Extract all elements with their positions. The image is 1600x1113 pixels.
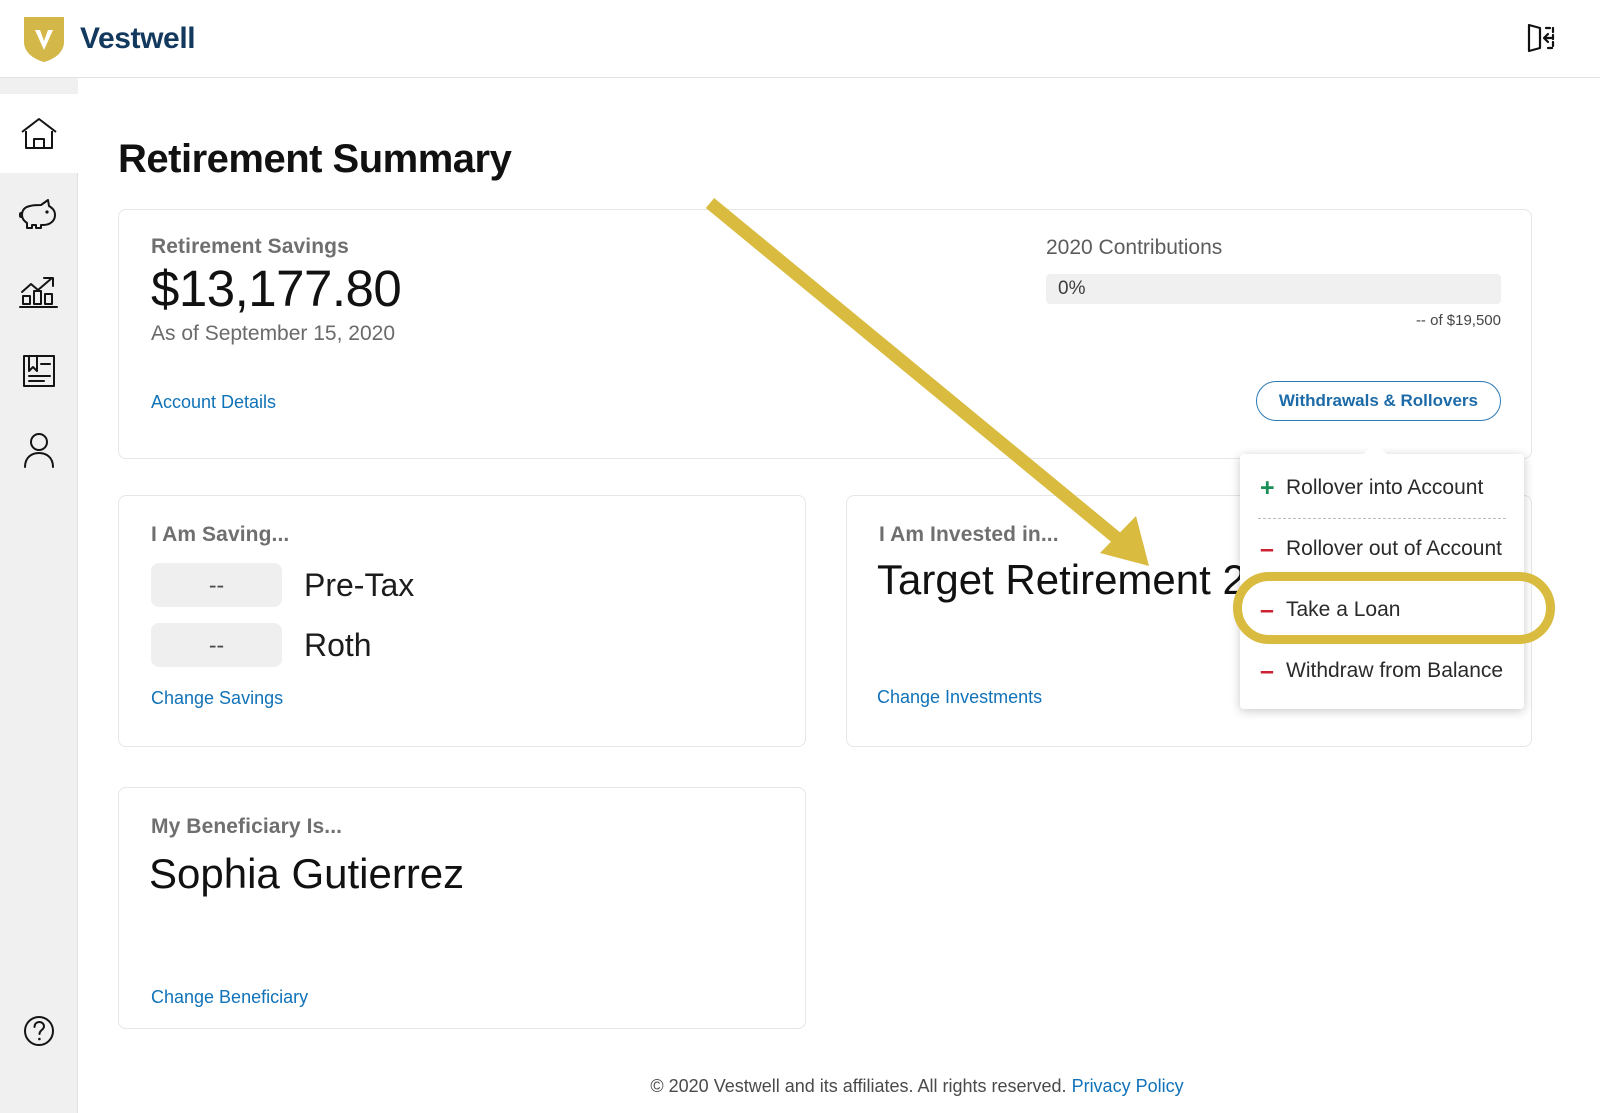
pretax-value-pill: --: [151, 563, 282, 607]
change-beneficiary-link[interactable]: Change Beneficiary: [151, 987, 308, 1008]
retirement-summary-card: Retirement Savings $13,177.80 As of Sept…: [118, 209, 1532, 459]
page-title: Retirement Summary: [118, 136, 512, 181]
sidebar: [0, 78, 78, 1113]
account-details-link[interactable]: Account Details: [151, 392, 276, 413]
beneficiary-name: Sophia Gutierrez: [149, 850, 465, 897]
summary-left-block: Retirement Savings $13,177.80 As of Sept…: [151, 235, 402, 346]
i-am-invested-label: I Am Invested in...: [879, 523, 1059, 546]
help-button[interactable]: [0, 1003, 78, 1063]
i-am-saving-card: I Am Saving... -- Pre-Tax -- Roth Change…: [118, 495, 806, 747]
roth-label: Roth: [304, 626, 372, 663]
change-investments-link[interactable]: Change Investments: [877, 687, 1042, 708]
document-icon: [20, 352, 58, 390]
contributions-title: 2020 Contributions: [1046, 236, 1223, 259]
sidebar-item-documents[interactable]: [0, 331, 78, 410]
sidebar-item-investments[interactable]: [0, 252, 78, 331]
minus-icon: –: [1260, 595, 1274, 624]
retirement-savings-amount: $13,177.80: [151, 260, 402, 317]
contributions-percent: 0%: [1058, 278, 1086, 299]
dropdown-item-rollover-into-account[interactable]: + Rollover into Account: [1240, 458, 1524, 518]
minus-icon: –: [1260, 534, 1274, 563]
contributions-block: 2020 Contributions 0% -- of $19,500: [1046, 236, 1501, 329]
footer: © 2020 Vestwell and its affiliates. All …: [156, 1076, 1600, 1097]
app-root: Vestwell Retirement Summary Retirement S…: [0, 0, 1600, 1113]
sidebar-item-home[interactable]: [0, 94, 78, 173]
my-beneficiary-label: My Beneficiary Is...: [151, 815, 343, 838]
privacy-policy-link[interactable]: Privacy Policy: [1072, 1076, 1184, 1096]
home-icon: [19, 115, 59, 153]
plus-icon: +: [1260, 473, 1275, 502]
brand-logo[interactable]: Vestwell: [22, 14, 196, 64]
person-icon: [21, 431, 57, 469]
top-bar: Vestwell: [0, 0, 1600, 78]
help-circle-icon: [22, 1014, 56, 1053]
growth-chart-icon: [19, 274, 59, 310]
contributions-progress-bar: 0%: [1046, 274, 1501, 304]
main-content: Retirement Summary Retirement Savings $1…: [78, 78, 1600, 1113]
brand-name: Vestwell: [80, 22, 196, 55]
contributions-of-limit: -- of $19,500: [1415, 312, 1501, 329]
dropdown-item-label: Take a Loan: [1286, 598, 1401, 621]
dropdown-item-rollover-out-of-account[interactable]: – Rollover out of Account: [1240, 519, 1524, 579]
dropdown-item-label: Withdraw from Balance: [1286, 659, 1504, 682]
change-savings-link[interactable]: Change Savings: [151, 688, 283, 709]
roth-value-pill: --: [151, 623, 282, 667]
my-beneficiary-card: My Beneficiary Is... Sophia Gutierrez Ch…: [118, 787, 806, 1029]
withdrawals-rollovers-dropdown: + Rollover into Account – Rollover out o…: [1240, 443, 1524, 709]
sidebar-item-savings[interactable]: [0, 173, 78, 252]
as-of-date: As of September 15, 2020: [151, 322, 395, 346]
dropdown-item-withdraw-from-balance[interactable]: – Withdraw from Balance: [1240, 641, 1524, 701]
sidebar-top-stub: [0, 78, 78, 94]
dropdown-item-label: Rollover out of Account: [1286, 537, 1502, 560]
retirement-savings-label: Retirement Savings: [151, 235, 349, 258]
sidebar-item-profile[interactable]: [0, 410, 78, 489]
minus-icon: –: [1260, 656, 1274, 685]
saving-row-roth: -- Roth: [151, 623, 372, 667]
piggy-bank-icon: [19, 196, 59, 230]
footer-copyright: © 2020 Vestwell and its affiliates. All …: [650, 1076, 1067, 1096]
logout-icon[interactable]: [1518, 14, 1564, 60]
dropdown-item-label: Rollover into Account: [1286, 476, 1484, 499]
saving-row-pretax: -- Pre-Tax: [151, 563, 414, 607]
pretax-label: Pre-Tax: [304, 566, 415, 603]
i-am-saving-label: I Am Saving...: [151, 523, 290, 546]
dropdown-caret: [1362, 443, 1388, 455]
vestwell-shield-icon: [24, 17, 64, 62]
dropdown-item-take-a-loan[interactable]: – Take a Loan: [1240, 580, 1524, 640]
withdrawals-rollovers-button[interactable]: Withdrawals & Rollovers: [1255, 381, 1501, 421]
